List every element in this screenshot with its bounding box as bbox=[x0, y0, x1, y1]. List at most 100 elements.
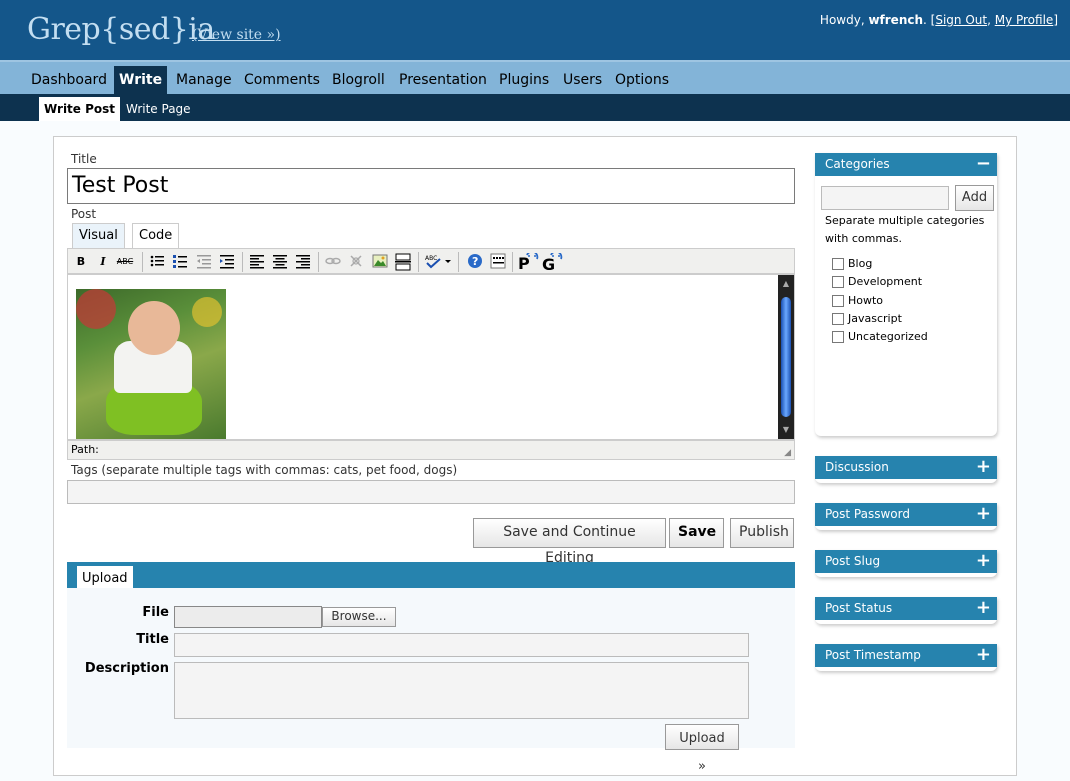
add-category-button[interactable]: Add bbox=[955, 185, 994, 211]
bold-icon[interactable]: B bbox=[72, 253, 90, 271]
align-right-icon[interactable] bbox=[294, 253, 312, 271]
subnav-write-post[interactable]: Write Post bbox=[39, 97, 121, 121]
post-password-header[interactable]: Post Password bbox=[815, 503, 997, 526]
save-continue-button[interactable]: Save and Continue Editing bbox=[473, 518, 666, 566]
expand-icon[interactable]: + bbox=[976, 503, 991, 525]
indent-icon[interactable] bbox=[218, 253, 236, 271]
plugin-p-icon[interactable]: P bbox=[517, 250, 539, 273]
post-password-box[interactable]: Post Password + bbox=[815, 503, 997, 530]
category-item[interactable]: Development bbox=[832, 275, 922, 288]
expand-icon[interactable]: + bbox=[976, 644, 991, 666]
category-checkbox[interactable] bbox=[832, 295, 844, 307]
greeting-text: Howdy, bbox=[819, 13, 869, 27]
category-checkbox[interactable] bbox=[832, 276, 844, 288]
post-status-header[interactable]: Post Status bbox=[815, 597, 997, 620]
expand-icon[interactable]: + bbox=[976, 456, 991, 478]
sign-out-link[interactable]: Sign Out bbox=[935, 13, 987, 27]
category-checkbox[interactable] bbox=[832, 313, 844, 325]
upload-title-input[interactable] bbox=[174, 633, 749, 657]
description-label: Description bbox=[84, 661, 169, 676]
editor-scrollbar[interactable]: ▲ ▼ bbox=[778, 275, 794, 439]
svg-text:?: ? bbox=[472, 255, 478, 268]
expand-icon[interactable]: + bbox=[976, 597, 991, 619]
save-button[interactable]: Save bbox=[669, 518, 724, 548]
tab-code[interactable]: Code bbox=[132, 223, 180, 249]
description-input[interactable] bbox=[174, 662, 749, 719]
post-slug-box[interactable]: Post Slug + bbox=[815, 550, 997, 577]
admin-menu: Dashboard Write Manage Comments Blogroll… bbox=[0, 60, 1070, 94]
bullet-list-icon[interactable] bbox=[148, 253, 166, 271]
category-item[interactable]: Javascript bbox=[832, 312, 902, 325]
toggle-toolbar-icon[interactable] bbox=[489, 253, 507, 271]
username: wfrench bbox=[868, 13, 924, 27]
browse-button[interactable]: Browse... bbox=[322, 607, 396, 627]
resize-handle-icon[interactable]: ◢ bbox=[784, 448, 791, 458]
nav-plugins[interactable]: Plugins bbox=[494, 66, 554, 94]
new-category-input[interactable] bbox=[821, 186, 949, 210]
categories-box: Categories − Add Separate multiple categ… bbox=[815, 153, 997, 436]
scroll-up-icon[interactable]: ▲ bbox=[781, 279, 791, 289]
nav-blogroll[interactable]: Blogroll bbox=[327, 66, 390, 94]
spellcheck-icon[interactable]: ABC bbox=[424, 253, 452, 271]
file-label: File bbox=[142, 605, 169, 620]
post-content-editor[interactable]: ▲ ▼ bbox=[67, 274, 795, 440]
upload-button[interactable]: Upload » bbox=[665, 724, 739, 774]
scroll-down-icon[interactable]: ▼ bbox=[781, 425, 791, 435]
title-input[interactable]: Test Post bbox=[67, 168, 795, 204]
italic-icon[interactable]: I bbox=[94, 253, 112, 271]
category-item[interactable]: Blog bbox=[832, 257, 872, 270]
discussion-header[interactable]: Discussion bbox=[815, 456, 997, 479]
subnav-write-page[interactable]: Write Page bbox=[121, 97, 196, 121]
nav-manage[interactable]: Manage bbox=[171, 66, 237, 94]
tags-input[interactable] bbox=[67, 480, 795, 504]
upload-title-label: Title bbox=[136, 632, 169, 647]
nav-users[interactable]: Users bbox=[558, 66, 607, 94]
align-center-icon[interactable] bbox=[271, 253, 289, 271]
post-status-box[interactable]: Post Status + bbox=[815, 597, 997, 624]
category-hint: Separate multiple categories with commas… bbox=[825, 214, 985, 245]
link-icon[interactable] bbox=[324, 253, 342, 271]
toolbar-separator bbox=[142, 252, 143, 272]
toolbar-separator bbox=[418, 252, 419, 272]
sub-menu: Write Post Write Page bbox=[0, 94, 1070, 121]
my-profile-link[interactable]: My Profile bbox=[995, 13, 1054, 27]
post-timestamp-header[interactable]: Post Timestamp bbox=[815, 644, 997, 667]
file-input[interactable] bbox=[174, 606, 322, 628]
view-site-link[interactable]: (View site ») bbox=[192, 27, 281, 43]
publish-button[interactable]: Publish bbox=[730, 518, 794, 548]
category-item[interactable]: Uncategorized bbox=[832, 330, 928, 343]
nav-options[interactable]: Options bbox=[610, 66, 674, 94]
site-logo: Grep{sed}ia bbox=[27, 12, 215, 47]
category-item[interactable]: Howto bbox=[832, 294, 883, 307]
numbered-list-icon[interactable] bbox=[171, 253, 189, 271]
align-left-icon[interactable] bbox=[248, 253, 266, 271]
scrollbar-thumb[interactable] bbox=[781, 297, 791, 417]
collapse-icon[interactable]: − bbox=[976, 153, 991, 175]
upload-tabs-bar: Upload bbox=[67, 562, 795, 592]
category-checkbox[interactable] bbox=[832, 258, 844, 270]
nav-comments[interactable]: Comments bbox=[239, 66, 325, 94]
outdent-icon[interactable] bbox=[195, 253, 213, 271]
help-icon[interactable]: ? bbox=[466, 253, 484, 271]
photo-head bbox=[128, 301, 180, 355]
tags-label: Tags (separate multiple tags with commas… bbox=[71, 463, 458, 477]
more-icon[interactable] bbox=[394, 253, 412, 271]
plugin-g-icon[interactable]: G bbox=[541, 250, 563, 274]
unlink-icon[interactable] bbox=[347, 253, 365, 271]
post-image[interactable] bbox=[76, 289, 226, 439]
categories-header[interactable]: Categories bbox=[815, 153, 997, 176]
photo-toy bbox=[192, 297, 222, 327]
strikethrough-icon[interactable]: ABC bbox=[116, 253, 134, 271]
category-checkbox[interactable] bbox=[832, 331, 844, 343]
nav-presentation[interactable]: Presentation bbox=[394, 66, 492, 94]
site-header: Grep{sed}ia (View site ») Howdy, wfrench… bbox=[0, 0, 1070, 60]
nav-write[interactable]: Write bbox=[114, 66, 168, 94]
image-icon[interactable] bbox=[371, 253, 389, 271]
expand-icon[interactable]: + bbox=[976, 550, 991, 572]
nav-dashboard[interactable]: Dashboard bbox=[26, 66, 112, 94]
toolbar-separator bbox=[318, 252, 319, 272]
post-slug-header[interactable]: Post Slug bbox=[815, 550, 997, 573]
post-timestamp-box[interactable]: Post Timestamp + bbox=[815, 644, 997, 671]
discussion-box[interactable]: Discussion + bbox=[815, 456, 997, 483]
tab-visual[interactable]: Visual bbox=[72, 223, 125, 249]
